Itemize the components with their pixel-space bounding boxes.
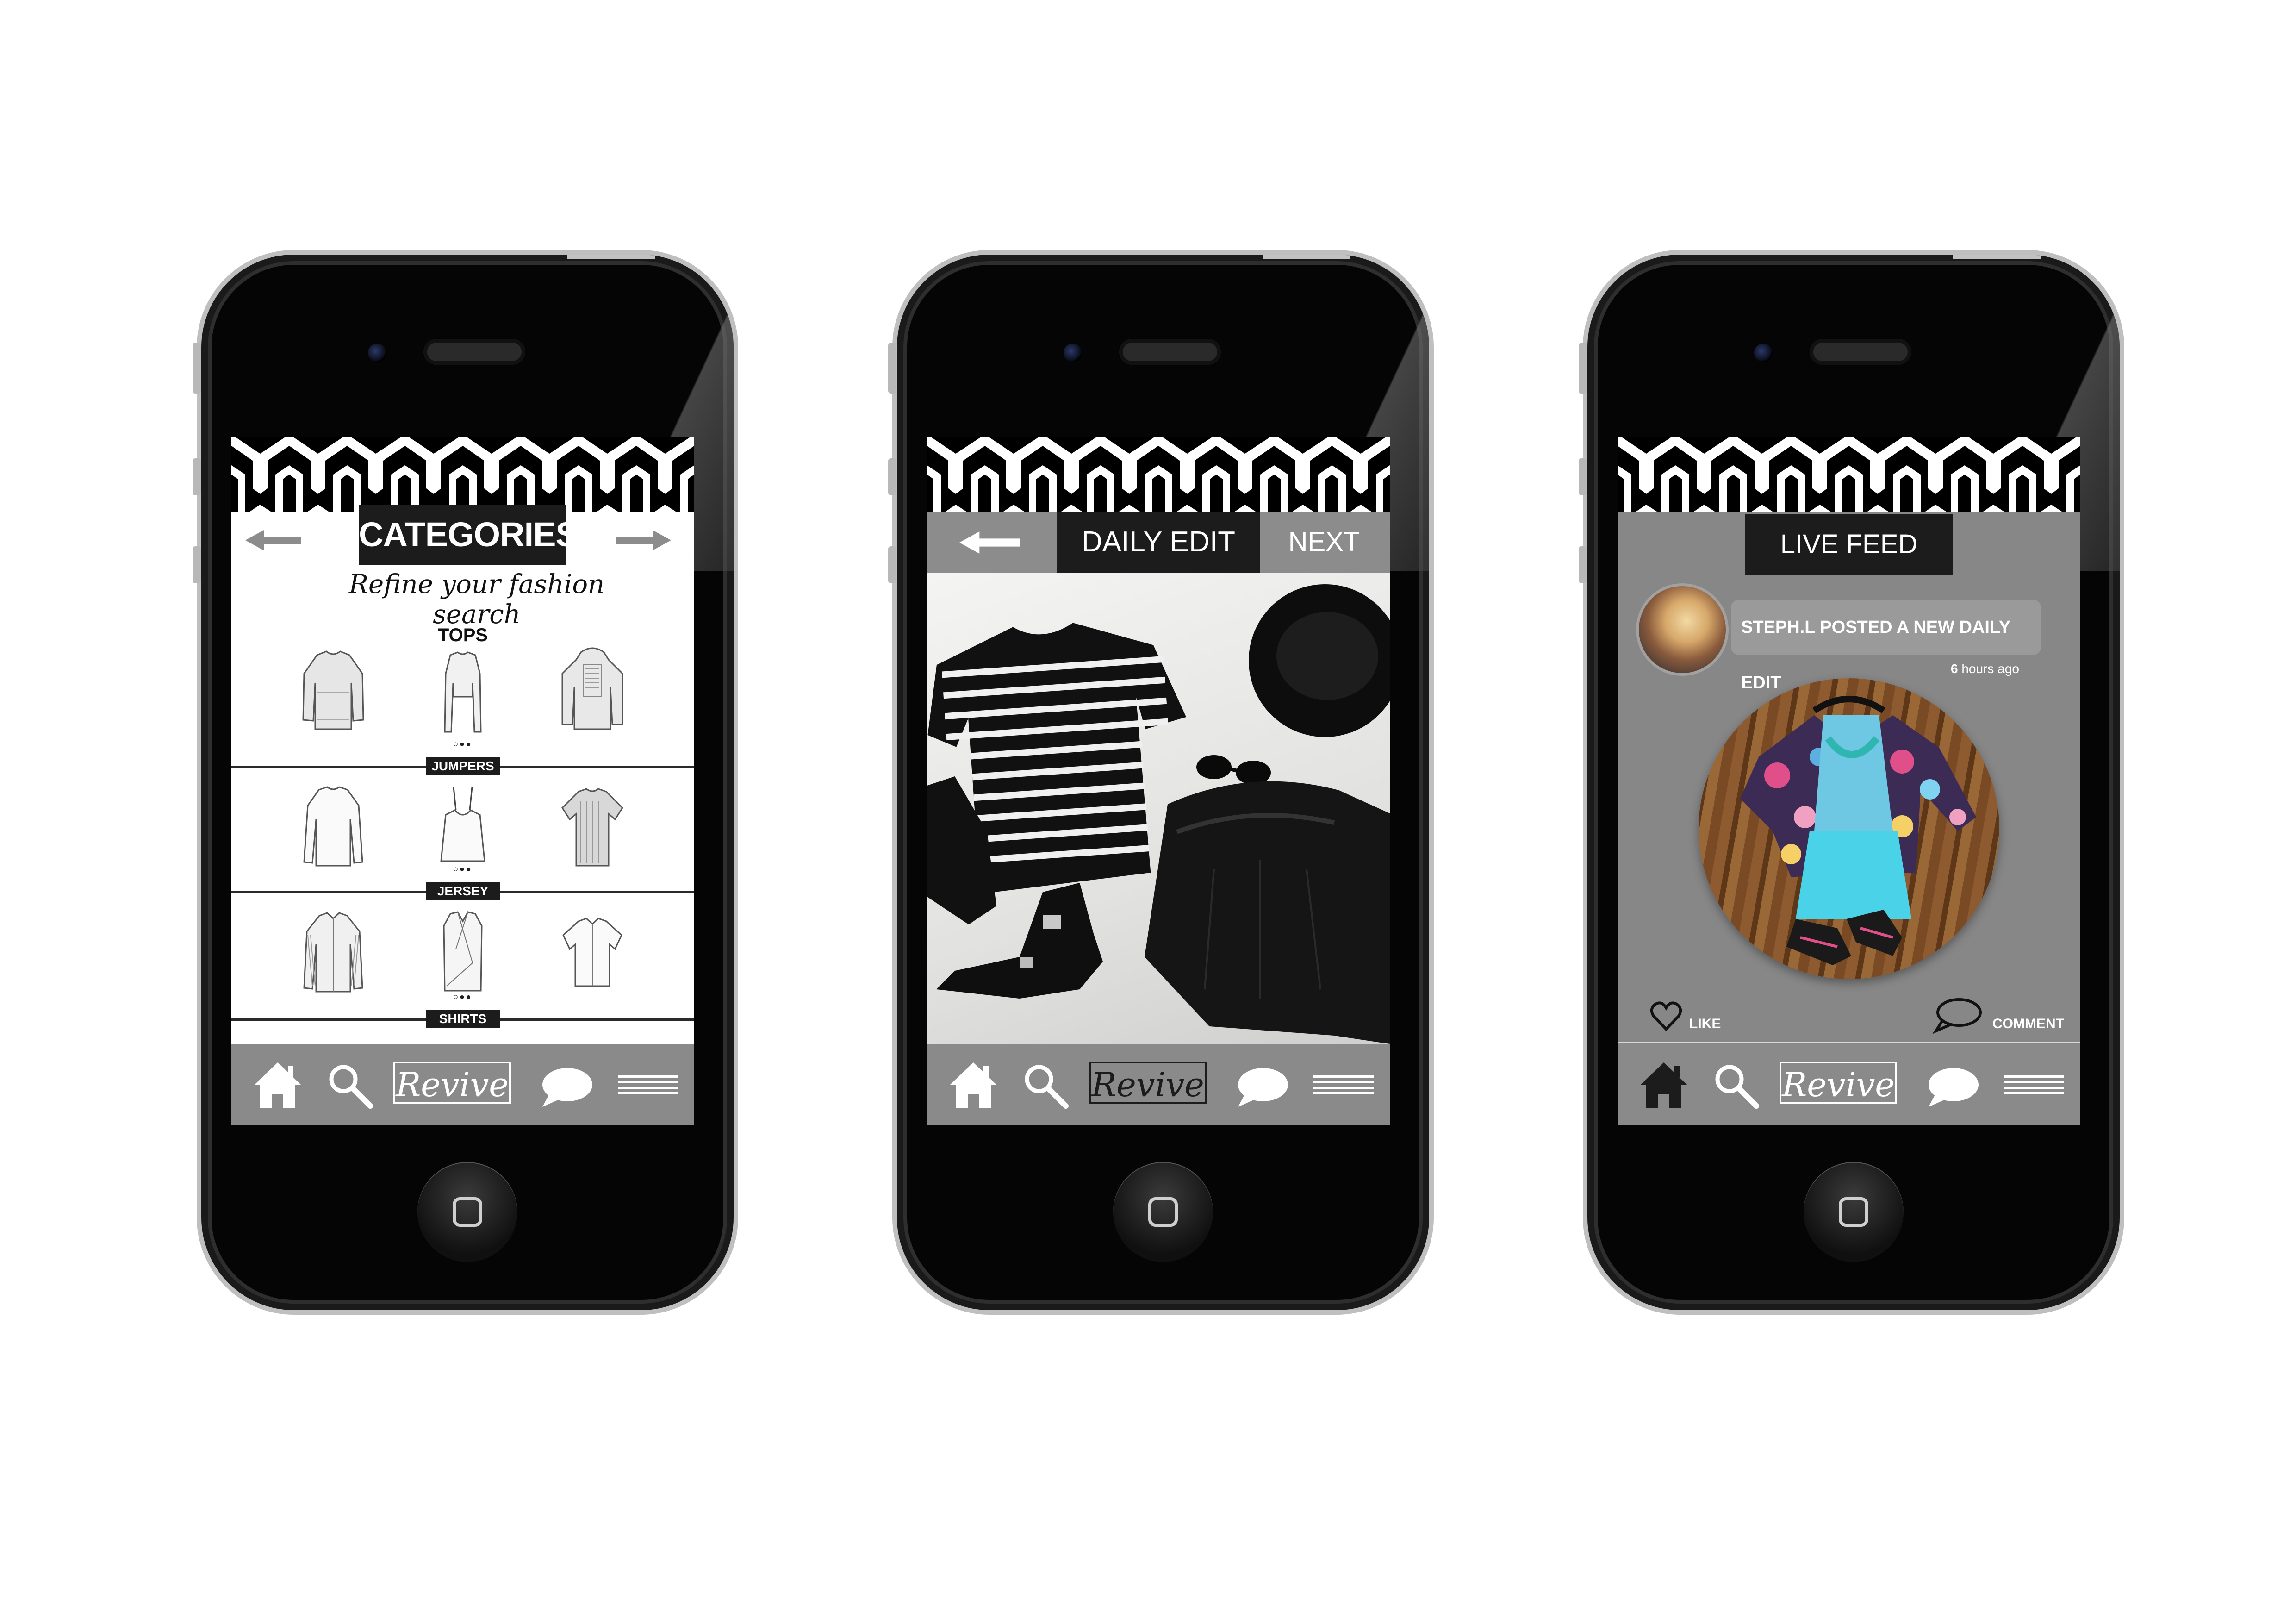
crop-top-icon[interactable] [428,646,498,738]
outfit-flatlay-image [1740,696,1976,965]
front-camera [1754,344,1773,362]
sweater-icon[interactable] [299,646,368,738]
categories-screen: CATEGORIES Refine your fashion search TO… [231,437,694,1125]
forward-arrow-icon[interactable] [616,530,671,550]
volume-up-button[interactable] [1579,458,1587,495]
user-avatar[interactable] [1636,583,1729,676]
wrap-top-icon[interactable] [428,907,498,1000]
tab-bar: Revive [927,1044,1390,1125]
category-row-shirts[interactable] [231,907,694,1023]
revive-logo: Revive [1780,1062,1897,1104]
earpiece-speaker [1119,339,1221,365]
outfit-photo-circle[interactable] [1699,678,1999,979]
tab-bar: Revive [231,1044,694,1125]
home-button-square [1839,1197,1868,1227]
home-icon[interactable] [250,1044,305,1125]
mute-switch[interactable] [1579,343,1587,394]
header-pattern [927,437,1390,512]
page-title: LIVE FEED [1745,514,1953,575]
front-camera [1064,344,1082,362]
chat-icon[interactable] [1923,1044,1983,1125]
power-button[interactable] [1263,255,1350,259]
home-button[interactable] [417,1162,517,1262]
outfit-flatlay-image [927,584,1390,1044]
header-pattern [1618,437,2080,512]
comment-icon[interactable] [1932,997,1983,1034]
page-dots: ○●● [453,992,473,1001]
divider [1618,1042,2080,1043]
home-button-square [1148,1197,1178,1227]
home-icon[interactable] [1636,1044,1692,1125]
category-label-jumpers[interactable]: JUMPERS [426,757,500,775]
power-button[interactable] [567,255,655,259]
phone-categories: CATEGORIES Refine your fashion search TO… [197,250,738,1315]
short-sleeve-shirt-icon[interactable] [558,907,627,1000]
back-arrow-icon[interactable] [245,530,301,550]
search-icon[interactable] [324,1044,375,1125]
tee-icon[interactable] [558,782,627,875]
revive-logo-button[interactable]: Revive [1089,1044,1209,1125]
chat-icon[interactable] [537,1044,597,1125]
volume-down-button[interactable] [888,546,896,583]
post-timestamp: 6 hours ago [1951,662,2043,676]
heart-icon[interactable] [1650,1000,1682,1033]
volume-up-button[interactable] [888,458,896,495]
live-feed-screen: LIVE FEED STEPH.L POSTED A NEW DAILY EDI… [1618,437,2080,1125]
post-notification[interactable]: STEPH.L POSTED A NEW DAILY EDIT [1731,600,2041,693]
revive-logo: Revive [393,1062,511,1104]
search-icon[interactable] [1710,1044,1761,1125]
section-heading-tops: TOPS [437,625,488,645]
front-camera [368,344,386,362]
page-dots: ○●● [453,864,473,874]
category-label-shirts[interactable]: SHIRTS [426,1010,500,1028]
revive-logo-button[interactable]: Revive [1780,1044,1900,1125]
like-button[interactable]: LIKE [1689,1016,1721,1032]
shirt-icon[interactable] [299,907,368,1000]
time-unit: hours ago [1961,662,2019,676]
next-button[interactable]: NEXT [1273,512,1375,573]
post-actions: LIKE COMMENT [1618,997,2080,1043]
hoodie-icon[interactable] [558,646,627,738]
header-pattern [231,437,694,512]
home-button[interactable] [1804,1162,1904,1262]
comment-button[interactable]: COMMENT [1992,1016,2064,1032]
revive-logo-button[interactable]: Revive [393,1044,514,1125]
earpiece-speaker [1810,339,1911,365]
home-icon[interactable] [946,1044,1001,1125]
earpiece-speaker [423,339,525,365]
menu-icon[interactable] [2002,1044,2066,1125]
page-title: CATEGORIES [359,505,579,565]
outfit-photo [927,573,1390,1044]
category-label-jersey[interactable]: JERSEY [426,882,500,900]
category-row-jersey[interactable] [231,782,694,898]
phone-live-feed: LIVE FEED STEPH.L POSTED A NEW DAILY EDI… [1583,250,2124,1315]
page-title: DAILY EDIT [1057,512,1260,573]
home-button[interactable] [1113,1162,1213,1262]
chat-icon[interactable] [1232,1044,1293,1125]
menu-icon[interactable] [616,1044,680,1125]
time-number: 6 [1951,662,1958,676]
mute-switch[interactable] [888,343,896,394]
daily-edit-screen: DAILY EDIT NEXT Revive [927,437,1390,1125]
revive-logo: Revive [1089,1062,1207,1104]
menu-icon[interactable] [1311,1044,1376,1125]
volume-down-button[interactable] [1579,546,1587,583]
power-button[interactable] [1953,255,2041,259]
search-icon[interactable] [1020,1044,1070,1125]
cami-icon[interactable] [428,782,498,875]
volume-down-button[interactable] [193,546,201,583]
page-dots: ○●● [453,739,473,749]
volume-up-button[interactable] [193,458,201,495]
tab-bar: Revive [1618,1044,2080,1125]
mute-switch[interactable] [193,343,201,394]
phone-daily-edit: DAILY EDIT NEXT Revive [892,250,1434,1315]
home-button-square [453,1197,482,1227]
long-sleeve-icon[interactable] [299,782,368,875]
back-arrow-icon[interactable] [959,530,1020,555]
tagline: Refine your fashion search [348,569,605,630]
